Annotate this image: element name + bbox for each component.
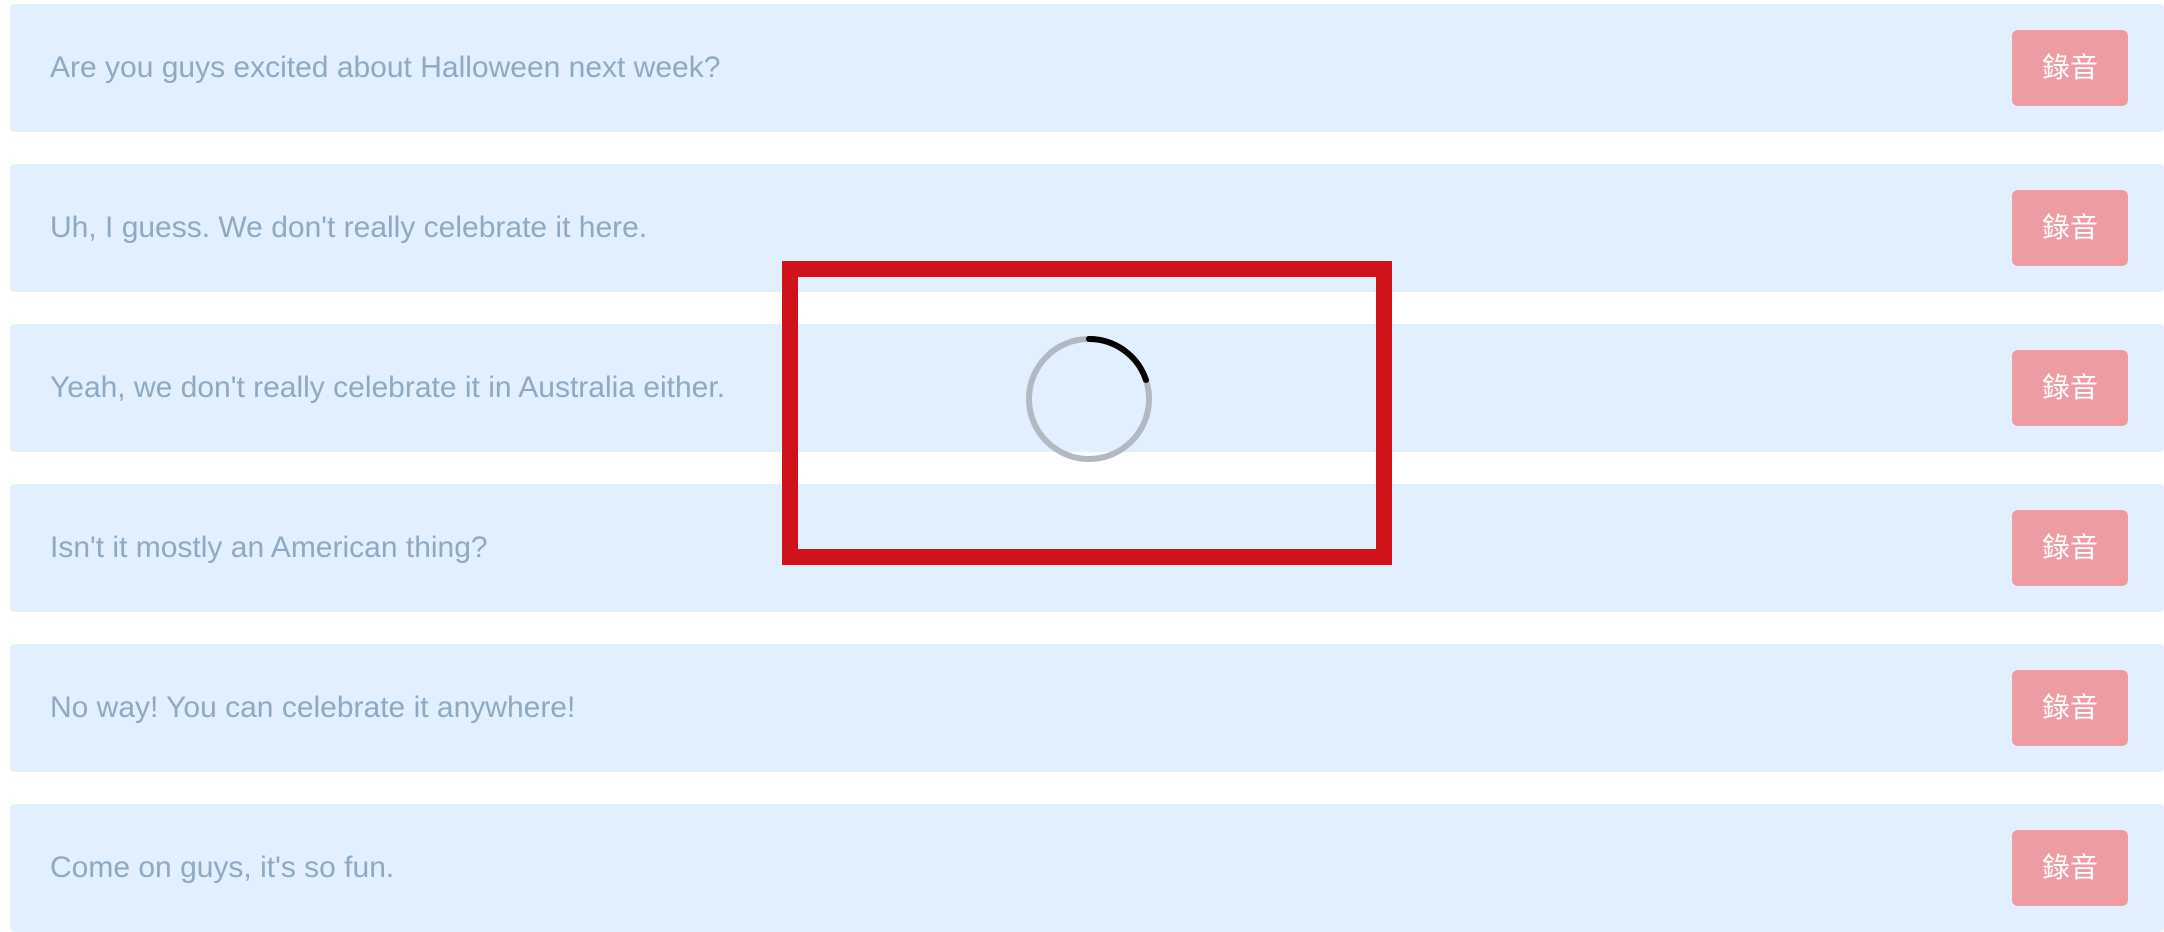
dialogue-line-text: Yeah, we don't really celebrate it in Au… [50,371,726,404]
dialogue-line-text: Uh, I guess. We don't really celebrate i… [50,211,648,244]
dialogue-line-text: No way! You can celebrate it anywhere! [50,691,576,724]
record-button[interactable]: 錄音 [2012,190,2128,266]
dialogue-row: No way! You can celebrate it anywhere! 錄… [10,644,2164,772]
dialogue-row: Are you guys excited about Halloween nex… [10,4,2164,132]
dialogue-line-text: Are you guys excited about Halloween nex… [50,51,721,84]
record-button[interactable]: 錄音 [2012,830,2128,906]
dialogue-line-text: Isn't it mostly an American thing? [50,531,488,564]
record-button[interactable]: 錄音 [2012,670,2128,746]
dialogue-row: Come on guys, it's so fun. 錄音 [10,804,2164,932]
loading-spinner-icon [1026,335,1152,462]
record-button[interactable]: 錄音 [2012,350,2128,426]
record-button[interactable]: 錄音 [2012,510,2128,586]
record-button[interactable]: 錄音 [2012,30,2128,106]
dialogue-line-text: Come on guys, it's so fun. [50,851,395,884]
